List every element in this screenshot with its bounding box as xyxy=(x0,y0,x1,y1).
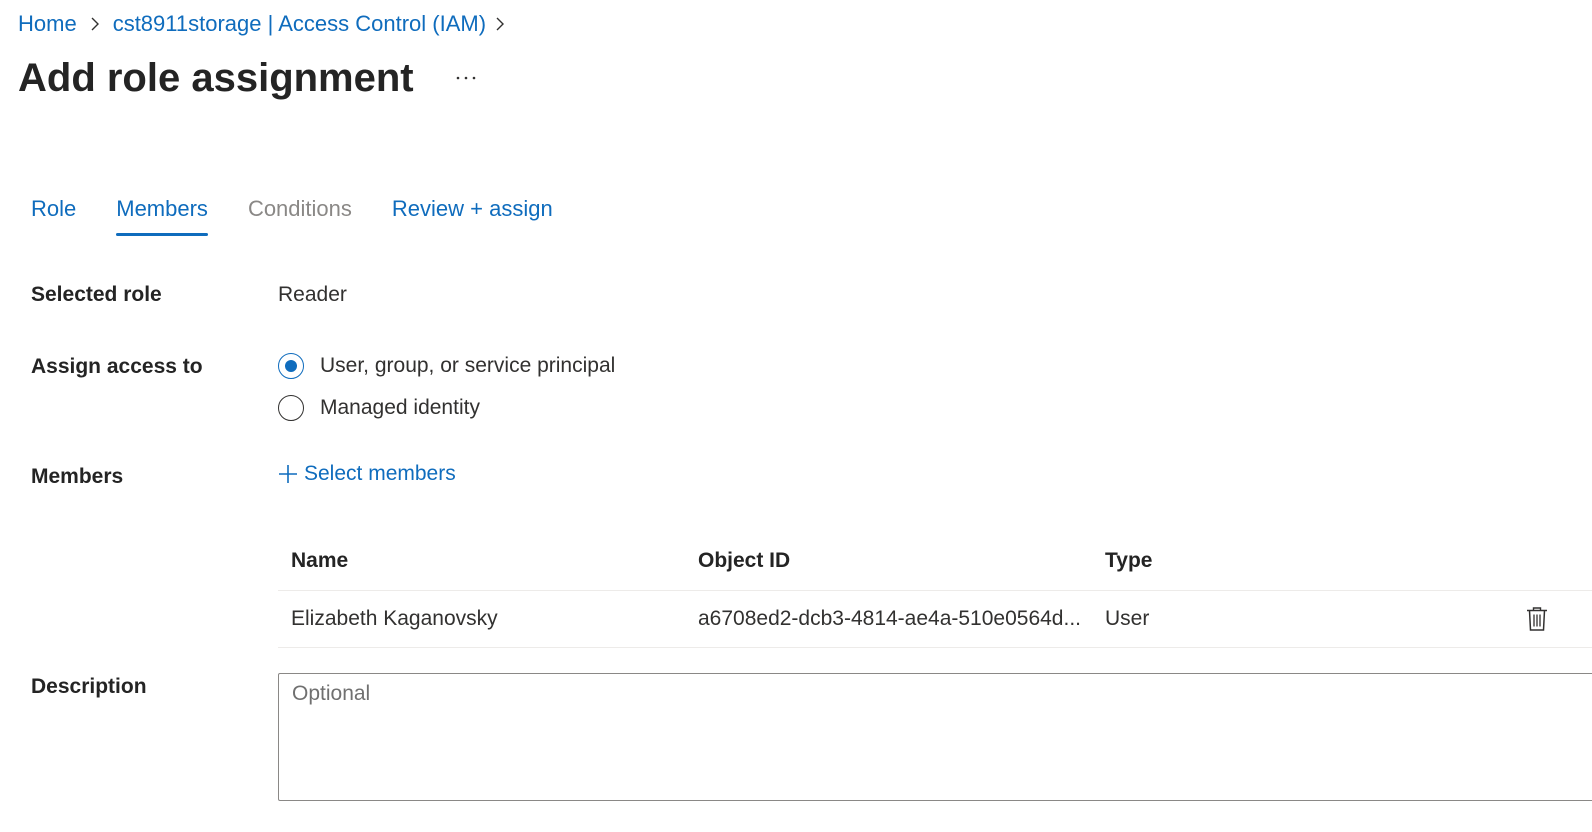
radio-button-checked[interactable] xyxy=(278,353,304,379)
members-table: Name Object ID Type Elizabeth Kaganovsky… xyxy=(278,532,1592,648)
table-row: Elizabeth Kaganovsky a6708ed2-dcb3-4814-… xyxy=(278,591,1592,648)
title-row: Add role assignment xyxy=(18,52,480,104)
member-object-id: a6708ed2-dcb3-4814-ae4a-510e0564d... xyxy=(698,607,1081,630)
trash-icon xyxy=(1527,607,1547,631)
remove-member-button[interactable] xyxy=(1526,606,1548,632)
tab-members-label: Members xyxy=(116,196,208,221)
selected-role-label: Selected role xyxy=(31,283,162,306)
description-label: Description xyxy=(31,675,147,698)
chevron-right-icon xyxy=(77,10,113,38)
column-header-object-id: Object ID xyxy=(698,549,791,572)
assign-access-label: Assign access to xyxy=(31,355,203,378)
radio-dot xyxy=(285,360,297,372)
column-header-type: Type xyxy=(1105,549,1153,572)
breadcrumb: Home cst8911storage | Access Control (IA… xyxy=(18,10,514,38)
radio-user-group-sp[interactable]: User, group, or service principal xyxy=(278,353,615,379)
tab-role-label: Role xyxy=(31,196,77,221)
member-actions xyxy=(1499,606,1592,632)
chevron-right-icon xyxy=(486,10,514,38)
radio-managed-identity[interactable]: Managed identity xyxy=(278,395,480,421)
radio-managed-identity-label: Managed identity xyxy=(320,396,480,419)
radio-user-group-sp-label: User, group, or service principal xyxy=(320,354,616,377)
tab-bar: Role Members Conditions Review + assign xyxy=(31,190,593,238)
breadcrumb-iam-link[interactable]: cst8911storage | Access Control (IAM) xyxy=(113,10,486,38)
column-header-name: Name xyxy=(291,549,349,572)
tab-role[interactable]: Role xyxy=(31,190,76,238)
breadcrumb-home-link[interactable]: Home xyxy=(18,10,77,38)
table-header-row: Name Object ID Type xyxy=(278,532,1592,591)
selected-role-value: Reader xyxy=(278,283,347,306)
member-name: Elizabeth Kaganovsky xyxy=(291,607,498,630)
tab-review-assign-label: Review + assign xyxy=(391,196,553,221)
radio-button-unchecked[interactable] xyxy=(278,395,304,421)
member-type: User xyxy=(1105,607,1150,630)
tab-conditions: Conditions xyxy=(248,190,352,238)
ellipsis-icon xyxy=(456,76,475,80)
more-options-button[interactable] xyxy=(452,64,480,92)
page-title: Add role assignment xyxy=(18,56,414,100)
select-members-label: Select members xyxy=(304,462,456,485)
description-field[interactable] xyxy=(278,673,1592,801)
plus-icon xyxy=(278,464,298,484)
active-tab-indicator xyxy=(116,233,208,236)
select-members-link[interactable]: Select members xyxy=(278,462,456,486)
tab-conditions-label: Conditions xyxy=(247,196,352,221)
members-label: Members xyxy=(31,465,124,488)
tab-review-assign[interactable]: Review + assign xyxy=(392,190,553,238)
tab-members[interactable]: Members xyxy=(116,190,208,238)
